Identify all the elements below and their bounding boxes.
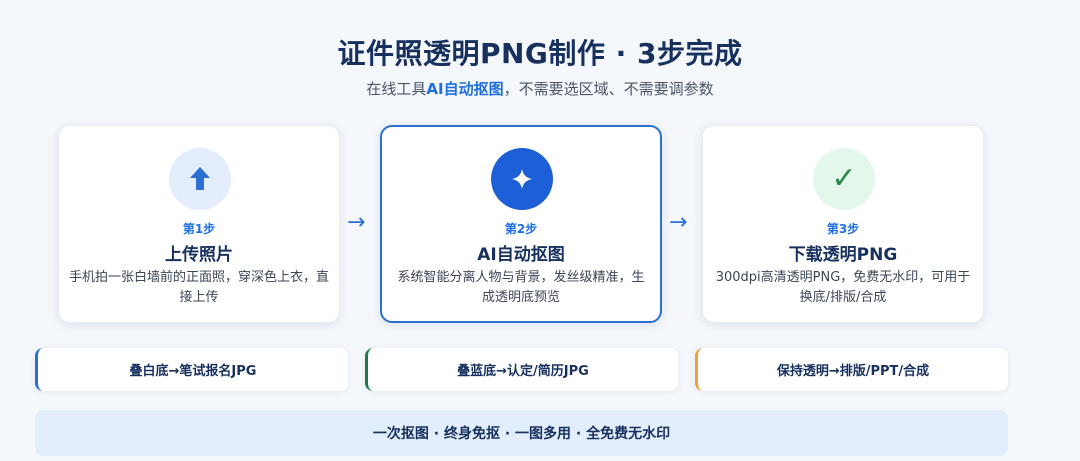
option-keep-transparent: 保持透明→排版/PPT/合成: [695, 348, 1008, 391]
step-label: 第3步: [826, 222, 860, 236]
arrow-right-icon: →: [347, 210, 366, 235]
page-subtitle: 在线工具AI自动抠图，不需要选区域、不需要调参数: [0, 78, 1080, 99]
step-description: 系统智能分离人物与背景，发丝级精准，生成透明底预览: [397, 270, 645, 305]
subtitle-prefix: 在线工具: [366, 80, 427, 98]
subtitle-highlight: AI自动抠图: [426, 80, 504, 98]
page-title: 证件照透明PNG制作 · 3步完成: [337, 37, 743, 70]
option-white-background: 叠白底→笔试报名JPG: [35, 348, 348, 391]
step-title: AI自动抠图: [477, 245, 565, 265]
check-icon-badge: ✓: [813, 148, 875, 210]
footer-banner: 一次抠图 · 终身免抠 · 一图多用 · 全免费无水印: [35, 410, 1008, 456]
arrow-right-icon: →: [669, 210, 688, 235]
step-title: 下载透明PNG: [788, 245, 898, 265]
step-label: 第2步: [504, 222, 538, 236]
upload-icon-badge: [169, 148, 231, 210]
step-card-1: 第1步 上传照片 手机拍一张白墙前的正面照，穿深色上衣，直接上传: [58, 125, 340, 323]
check-icon: ✓: [831, 161, 857, 196]
step-card-2: 第2步 AI自动抠图 系统智能分离人物与背景，发丝级精准，生成透明底预览: [380, 125, 662, 323]
step-card-3: ✓ 第3步 下载透明PNG 300dpi高清透明PNG，免费无水印，可用于换底/…: [702, 125, 984, 323]
option-blue-background: 叠蓝底→认定/简历JPG: [365, 348, 678, 391]
step-label: 第1步: [182, 222, 216, 236]
step-title: 上传照片: [165, 245, 233, 265]
subtitle-suffix: ，不需要选区域、不需要调参数: [503, 80, 714, 98]
sparkle-icon-badge: [491, 148, 553, 210]
sparkle-icon: [512, 169, 532, 189]
upload-arrow-icon: [190, 167, 210, 190]
step-description: 300dpi高清透明PNG，免费无水印，可用于换底/排版/合成: [715, 270, 971, 305]
step-description: 手机拍一张白墙前的正面照，穿深色上衣，直接上传: [69, 270, 330, 305]
